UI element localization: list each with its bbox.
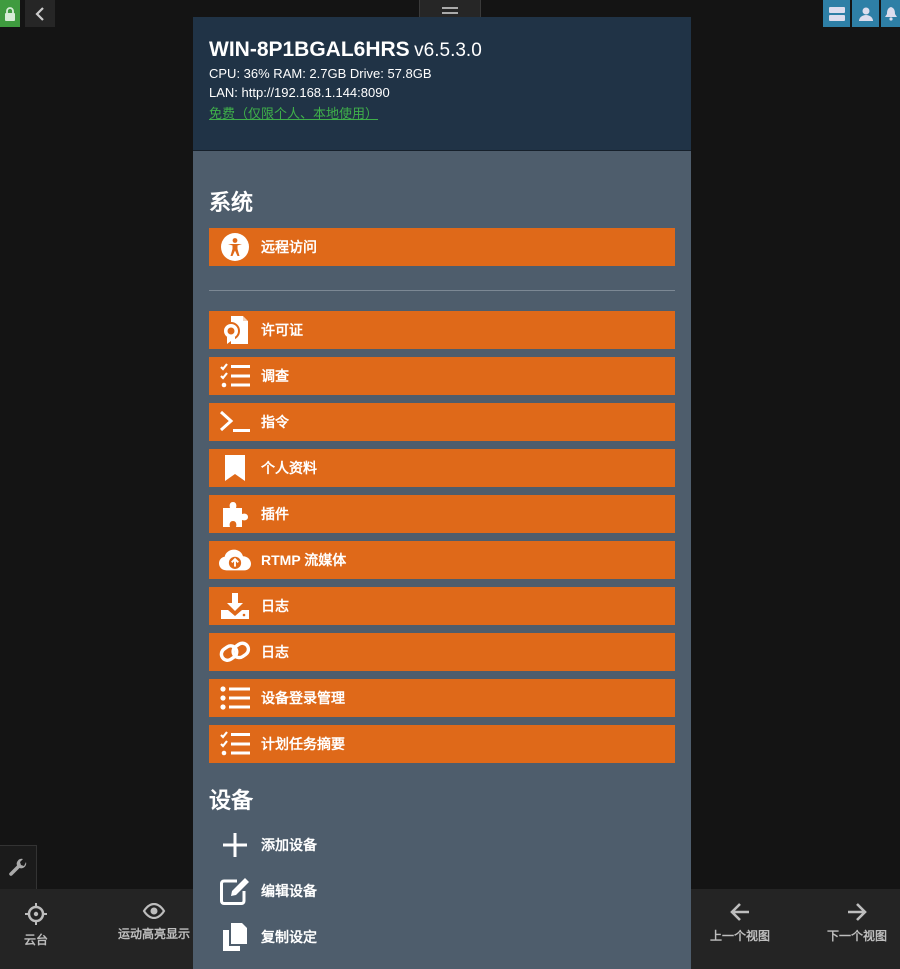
device-login-label: 设备登录管理 bbox=[261, 690, 345, 706]
section-divider bbox=[209, 290, 675, 291]
crosshair-icon bbox=[25, 903, 47, 925]
plus-icon bbox=[223, 833, 247, 857]
main-menu-panel: WIN-8P1BGAL6HRS v6.5.3.0 CPU: 36% RAM: 2… bbox=[193, 17, 691, 969]
motion-label: 运动高亮显示 bbox=[118, 927, 191, 941]
add-device-button[interactable]: 添加设备 bbox=[209, 826, 675, 864]
system-section-title: 系统 bbox=[209, 190, 254, 215]
terminal-icon bbox=[219, 410, 250, 432]
devices-section-title: 设备 bbox=[209, 788, 254, 813]
back-button[interactable] bbox=[25, 0, 55, 27]
hostname: WIN-8P1BGAL6HRS bbox=[209, 38, 410, 61]
add-device-label: 添加设备 bbox=[261, 837, 317, 853]
lock-icon bbox=[5, 6, 15, 21]
prev-view-label: 上一个视图 bbox=[710, 929, 771, 943]
plugins-label: 插件 bbox=[261, 506, 289, 522]
list-icon bbox=[220, 686, 250, 710]
certificate-icon bbox=[222, 316, 248, 344]
user-button[interactable] bbox=[852, 0, 879, 27]
motion-highlight-button[interactable]: 运动高亮显示 bbox=[118, 903, 190, 942]
next-view-label: 下一个视图 bbox=[827, 929, 888, 943]
edit-icon bbox=[220, 878, 249, 905]
plugins-button[interactable]: 插件 bbox=[209, 495, 675, 533]
log-link-button[interactable]: 日志 bbox=[209, 633, 675, 671]
chevron-left-icon bbox=[35, 6, 44, 21]
edit-device-button[interactable]: 编辑设备 bbox=[209, 872, 675, 910]
edit-device-label: 编辑设备 bbox=[261, 883, 317, 899]
copy-settings-label: 复制设定 bbox=[261, 929, 317, 945]
schedule-summary-label: 计划任务摘要 bbox=[261, 736, 345, 752]
previous-view-button[interactable]: 上一个视图 bbox=[710, 903, 770, 944]
survey-button[interactable]: 调查 bbox=[209, 357, 675, 395]
accessibility-icon bbox=[221, 233, 249, 261]
bell-icon bbox=[884, 6, 897, 21]
log-label-2: 日志 bbox=[261, 644, 289, 660]
license-button[interactable]: 许可证 bbox=[209, 311, 675, 349]
ptz-label: 云台 bbox=[24, 933, 49, 947]
profile-button[interactable]: 个人资料 bbox=[209, 449, 675, 487]
schedule-summary-button[interactable]: 计划任务摘要 bbox=[209, 725, 675, 763]
bookmark-icon bbox=[225, 455, 245, 481]
survey-label: 调查 bbox=[261, 368, 289, 384]
cloud-upload-icon bbox=[219, 549, 251, 571]
copy-settings-button[interactable]: 复制设定 bbox=[209, 918, 675, 956]
remote-access-label: 远程访问 bbox=[261, 239, 317, 255]
checklist-icon bbox=[220, 731, 250, 756]
user-icon bbox=[858, 7, 873, 21]
download-icon bbox=[221, 593, 249, 619]
license-link[interactable]: 免费（仅限个人、本地使用） bbox=[209, 103, 378, 122]
arrow-right-icon bbox=[848, 903, 867, 921]
eye-icon bbox=[142, 903, 166, 919]
profile-label: 个人资料 bbox=[261, 460, 317, 476]
device-login-management-button[interactable]: 设备登录管理 bbox=[209, 679, 675, 717]
ptz-button[interactable]: 云台 bbox=[24, 903, 48, 948]
checklist-icon bbox=[220, 363, 250, 388]
arrow-left-icon bbox=[730, 903, 749, 921]
lock-button[interactable] bbox=[0, 0, 20, 27]
server-title: WIN-8P1BGAL6HRS v6.5.3.0 bbox=[209, 38, 675, 62]
log-download-button[interactable]: 日志 bbox=[209, 587, 675, 625]
command-label: 指令 bbox=[261, 414, 289, 430]
lan-address: LAN: http://192.168.1.144:8090 bbox=[209, 85, 390, 100]
rtmp-streaming-button[interactable]: RTMP 流媒体 bbox=[209, 541, 675, 579]
rtmp-label: RTMP 流媒体 bbox=[261, 552, 347, 568]
notification-button[interactable] bbox=[881, 0, 900, 27]
wrench-icon bbox=[9, 858, 27, 876]
version: v6.5.3.0 bbox=[414, 40, 482, 61]
server-info-header: WIN-8P1BGAL6HRS v6.5.3.0 CPU: 36% RAM: 2… bbox=[193, 17, 691, 151]
license-label: 许可证 bbox=[261, 322, 303, 338]
remote-access-button[interactable]: 远程访问 bbox=[209, 228, 675, 266]
copy-icon bbox=[223, 923, 247, 951]
puzzle-icon bbox=[223, 502, 248, 527]
server-icon bbox=[828, 6, 845, 21]
next-view-button[interactable]: 下一个视图 bbox=[827, 903, 887, 944]
tools-button[interactable] bbox=[0, 845, 37, 889]
command-button[interactable]: 指令 bbox=[209, 403, 675, 441]
resource-stats: CPU: 36% RAM: 2.7GB Drive: 57.8GB bbox=[209, 66, 432, 81]
log-label-1: 日志 bbox=[261, 598, 289, 614]
link-icon bbox=[219, 641, 251, 662]
server-list-button[interactable] bbox=[823, 0, 850, 27]
